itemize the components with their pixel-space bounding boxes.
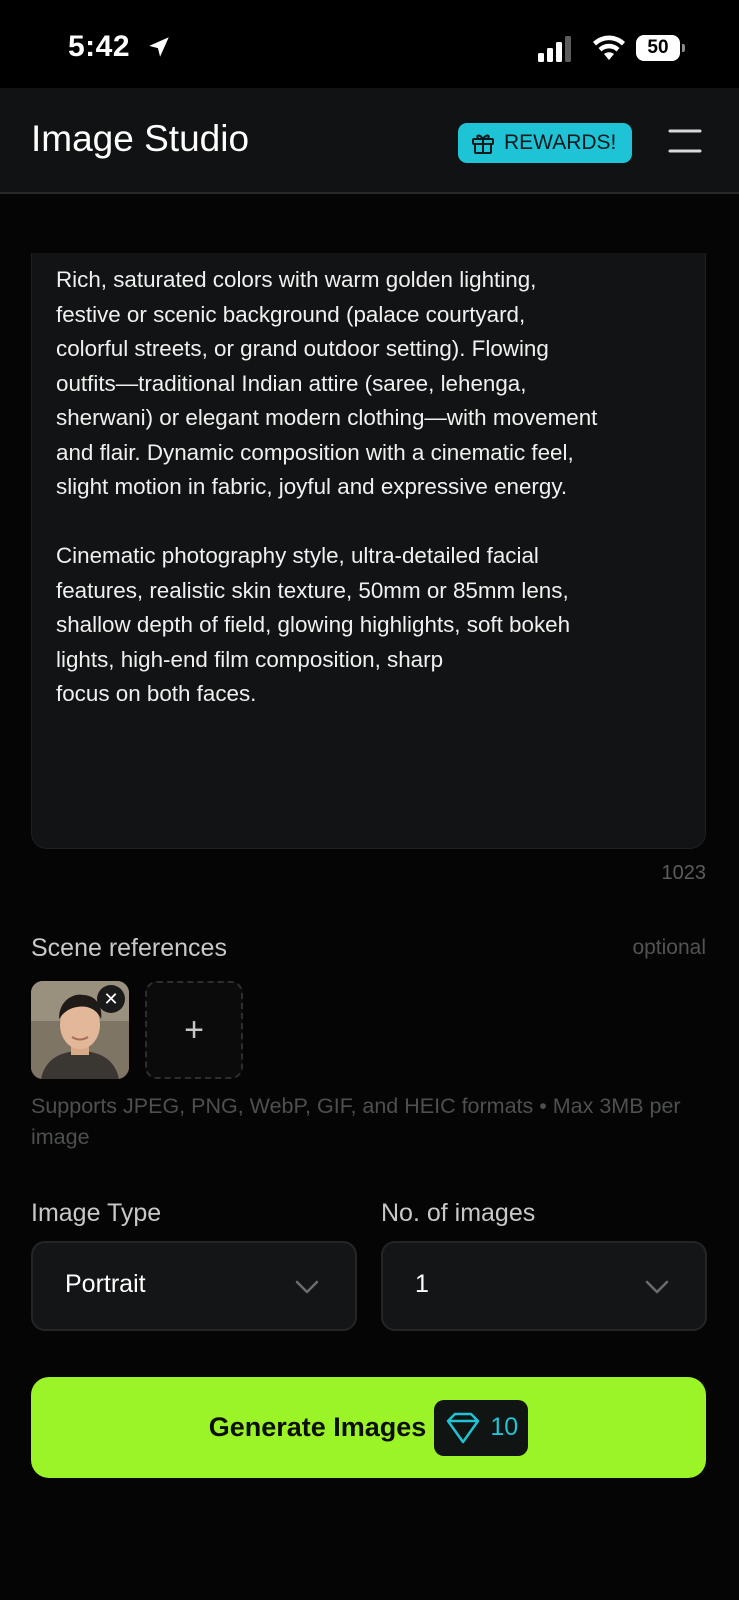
chevron-down-icon bbox=[645, 1280, 669, 1294]
formats-note: Supports JPEG, PNG, WebP, GIF, and HEIC … bbox=[31, 1094, 681, 1149]
remove-reference-button[interactable]: ✕ bbox=[97, 985, 125, 1013]
app-header: Image Studio REWARDS! bbox=[0, 88, 739, 194]
chevron-down-icon bbox=[295, 1280, 319, 1294]
close-icon: ✕ bbox=[103, 988, 119, 1009]
plus-icon: + bbox=[184, 1010, 204, 1049]
battery-icon: 50 bbox=[636, 35, 685, 61]
signal-icon bbox=[538, 36, 571, 62]
cost-value: 10 bbox=[490, 1413, 519, 1441]
wifi-icon bbox=[593, 35, 625, 60]
optional-label: optional bbox=[632, 936, 706, 959]
scene-references-label: Scene references bbox=[31, 934, 227, 962]
gift-icon bbox=[472, 134, 494, 154]
num-images-value: 1 bbox=[415, 1270, 429, 1298]
generate-images-button[interactable]: Generate Images 10 bbox=[31, 1377, 706, 1478]
location-icon bbox=[149, 37, 169, 57]
gem-icon bbox=[447, 1412, 480, 1443]
generate-label: Generate Images bbox=[208, 1412, 427, 1442]
status-time: 5:42 bbox=[68, 30, 131, 63]
battery-level: 50 bbox=[636, 35, 680, 61]
rewards-button[interactable]: REWARDS! bbox=[458, 123, 632, 163]
status-bar: 5:42 50 bbox=[0, 0, 739, 88]
char-count: 1023 bbox=[661, 862, 707, 884]
prompt-textarea[interactable]: Rich, saturated colors with warm golden … bbox=[31, 253, 706, 849]
prompt-text: Rich, saturated colors with warm golden … bbox=[56, 267, 598, 706]
battery-cap bbox=[682, 44, 685, 52]
num-images-select[interactable]: 1 bbox=[381, 1241, 707, 1331]
rewards-label: REWARDS! bbox=[504, 131, 617, 154]
num-images-label: No. of images bbox=[381, 1199, 536, 1227]
image-type-label: Image Type bbox=[31, 1199, 162, 1227]
add-reference-button[interactable]: + bbox=[145, 981, 243, 1079]
image-type-select[interactable]: Portrait bbox=[31, 1241, 357, 1331]
page-title: Image Studio bbox=[31, 118, 250, 159]
cost-badge: 10 bbox=[434, 1399, 529, 1456]
image-type-value: Portrait bbox=[65, 1270, 146, 1298]
menu-icon[interactable] bbox=[668, 126, 702, 156]
